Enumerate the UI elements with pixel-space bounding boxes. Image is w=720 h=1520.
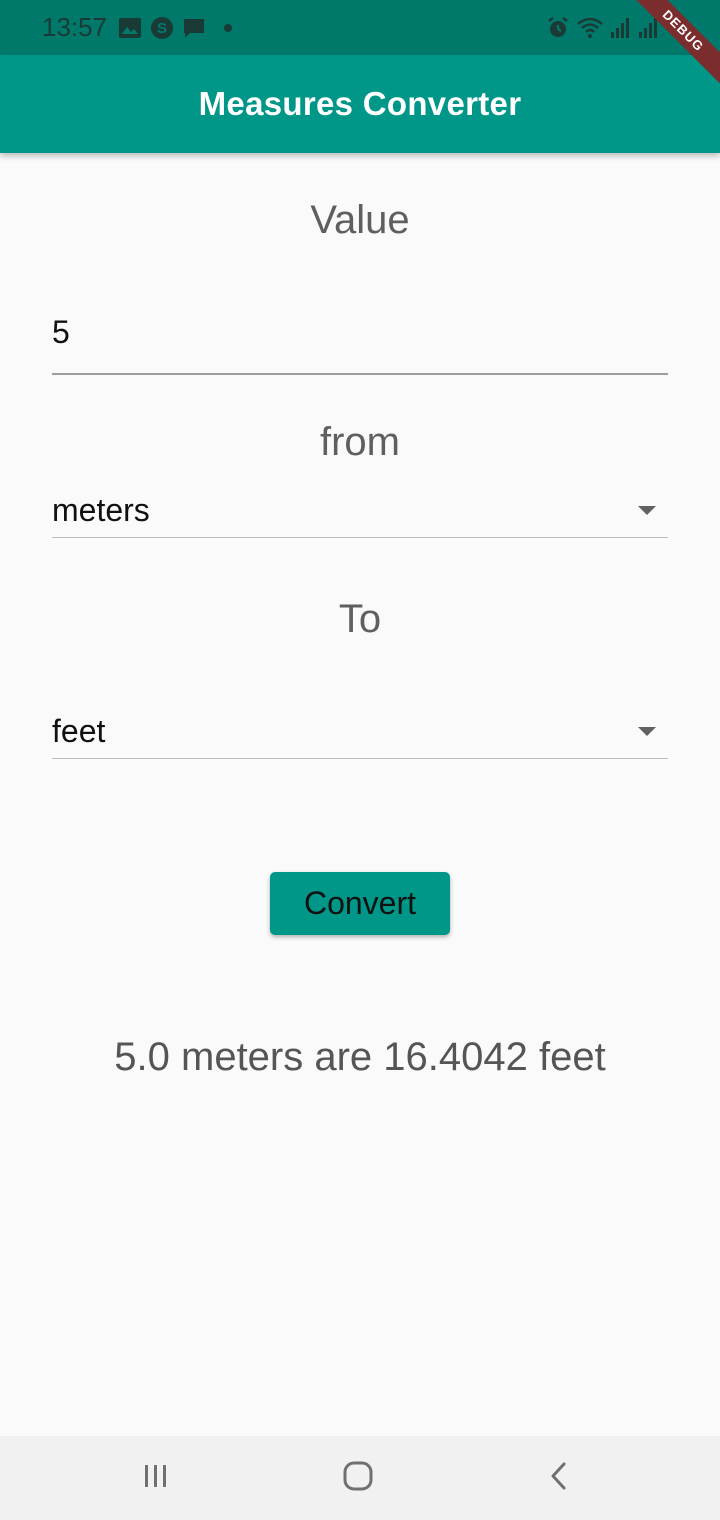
to-dropdown-underline xyxy=(52,758,668,759)
debug-banner: DEBUG xyxy=(620,0,720,100)
value-label: Value xyxy=(310,198,410,242)
back-button[interactable] xyxy=(500,1436,620,1520)
status-notification-icons: S xyxy=(118,14,232,42)
from-unit-dropdown[interactable]: meters xyxy=(52,490,668,540)
recent-apps-button[interactable] xyxy=(96,1436,216,1520)
navigation-bar xyxy=(0,1436,720,1520)
svg-text:S: S xyxy=(157,20,167,37)
from-unit-selected: meters xyxy=(52,492,150,528)
to-unit-selected: feet xyxy=(52,713,106,749)
value-input-underline xyxy=(52,373,668,375)
home-button[interactable] xyxy=(298,1436,418,1520)
convert-button[interactable]: Convert xyxy=(270,872,450,935)
alarm-icon xyxy=(546,16,570,40)
to-unit-dropdown[interactable]: feet xyxy=(52,711,668,761)
chevron-down-icon xyxy=(638,506,656,515)
to-label: To xyxy=(338,597,382,641)
image-icon xyxy=(118,17,142,39)
app-bar: Measures Converter xyxy=(0,55,720,153)
debug-banner-label: DEBUG xyxy=(622,0,720,92)
recent-apps-icon xyxy=(141,1461,171,1496)
from-dropdown-underline xyxy=(52,537,668,538)
home-icon xyxy=(342,1460,374,1497)
status-time: 13:57 xyxy=(42,12,108,42)
chevron-down-icon xyxy=(638,727,656,736)
result-text: 5.0 meters are 16.4042 feet xyxy=(114,1035,606,1079)
message-icon xyxy=(182,16,206,40)
wifi-icon xyxy=(576,16,604,40)
app-title: Measures Converter xyxy=(198,85,522,122)
convert-button-label: Convert xyxy=(303,885,417,921)
back-icon xyxy=(545,1461,575,1496)
from-label: from xyxy=(320,420,400,464)
notification-dot xyxy=(224,24,232,32)
s-app-icon: S xyxy=(150,16,174,40)
value-input[interactable]: 5 xyxy=(52,312,668,376)
status-bar: 13:57 S xyxy=(0,0,720,55)
value-input-text: 5 xyxy=(52,314,70,350)
